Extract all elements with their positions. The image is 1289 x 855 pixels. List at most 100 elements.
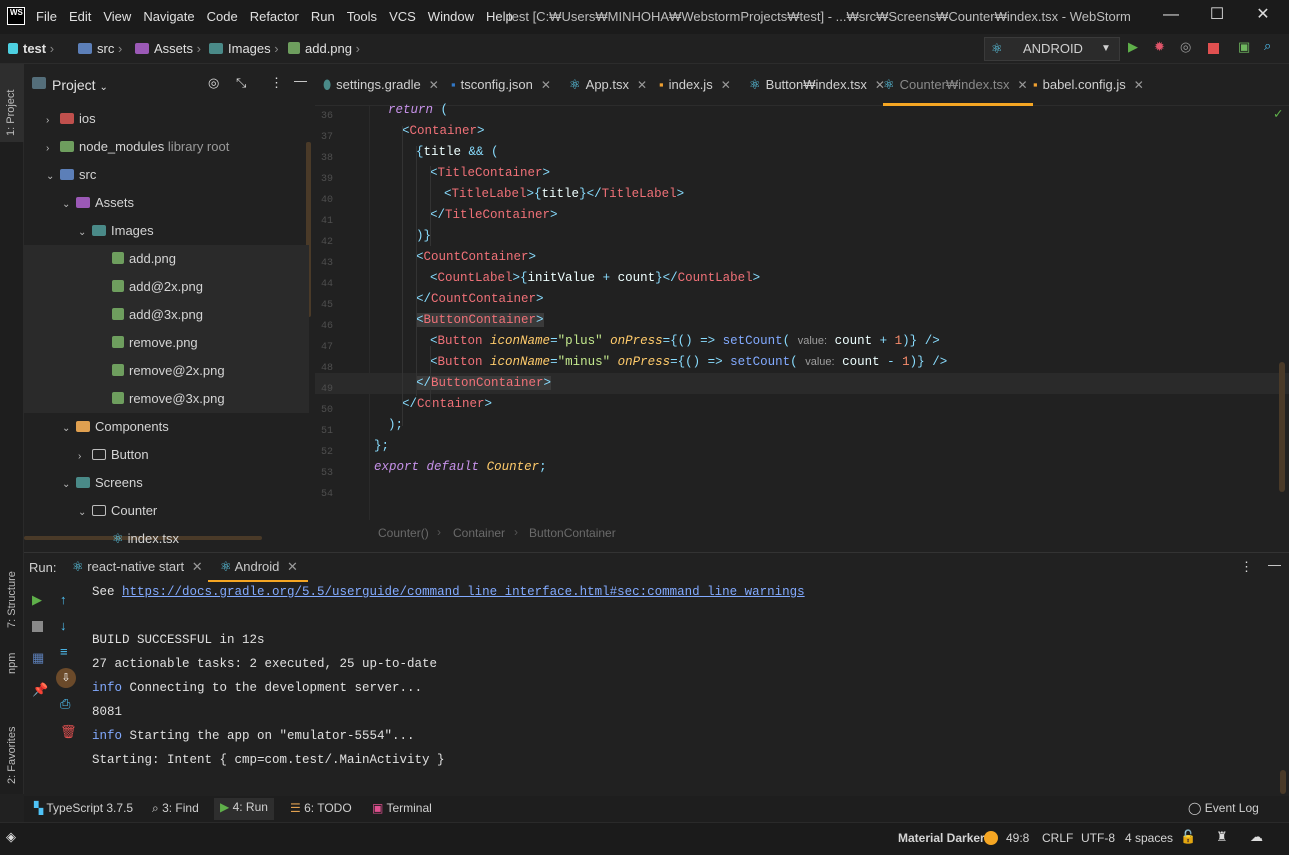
stop-icon[interactable] bbox=[1208, 43, 1219, 54]
close-icon[interactable]: ✕ bbox=[1017, 78, 1027, 92]
chevron-down-icon[interactable]: ⌄ bbox=[62, 471, 76, 499]
structure-tool-tab[interactable]: 7: Structure bbox=[0, 550, 24, 630]
chevron-down-icon[interactable]: ⌄ bbox=[46, 163, 60, 191]
run-tool[interactable]: ▶ 4: Run bbox=[214, 798, 274, 820]
tree-item[interactable]: › ios bbox=[24, 105, 309, 133]
tree-item[interactable]: › Button bbox=[24, 441, 309, 469]
chevron-down-icon[interactable]: ⌄ bbox=[78, 499, 92, 527]
code-line[interactable]: <Button iconName="minus" onPress={() => … bbox=[430, 352, 947, 373]
stop-icon[interactable] bbox=[32, 621, 43, 632]
close-icon[interactable]: ✕ bbox=[192, 559, 203, 574]
locate-icon[interactable]: ◎ bbox=[208, 75, 219, 91]
print-icon[interactable]: ⎙ bbox=[60, 696, 70, 712]
code-editor[interactable]: 36 37 38 39 40 41 42 43 44 45 46 47 48 49 50 51 52 53 54 r… bbox=[315, 103, 1289, 520]
options-icon[interactable]: ⋮ bbox=[270, 75, 283, 91]
lock-icon[interactable]: 🔓 bbox=[1180, 829, 1196, 845]
code-line[interactable]: )} bbox=[416, 226, 431, 247]
chevron-right-icon[interactable]: › bbox=[46, 107, 60, 135]
code-line[interactable]: </CountContainer> bbox=[416, 289, 544, 310]
project-view-select[interactable]: Project ⌄ bbox=[52, 77, 108, 93]
code-line[interactable]: ); bbox=[388, 415, 403, 436]
code-line[interactable]: </Container> bbox=[402, 394, 492, 415]
minimize-button[interactable]: — bbox=[1148, 4, 1194, 30]
typescript-tool[interactable]: ▚ TypeScript 3.7.5 bbox=[34, 801, 133, 815]
code-line[interactable]: </TitleContainer> bbox=[430, 205, 558, 226]
soft-wrap-icon[interactable]: ≡ bbox=[60, 644, 68, 659]
terminal-icon[interactable]: ▣ bbox=[1238, 39, 1250, 55]
tab-1[interactable]: ▪ tsconfig.json ✕ bbox=[451, 64, 569, 106]
chevron-down-icon[interactable]: ⌄ bbox=[62, 415, 76, 443]
collapse-icon[interactable]: ⤡ bbox=[236, 75, 246, 91]
breadcrumb-src[interactable]: src › bbox=[78, 41, 122, 56]
tree-item[interactable]: ⌄ Counter bbox=[24, 497, 309, 525]
menu-vcs[interactable]: VCS bbox=[389, 9, 416, 24]
breadcrumb-project[interactable]: test › bbox=[8, 41, 54, 56]
code-line[interactable]: }; bbox=[374, 436, 389, 457]
menu-tools[interactable]: Tools bbox=[347, 9, 377, 24]
tree-item[interactable]: › node_modules library root bbox=[24, 133, 309, 161]
close-button[interactable]: ✕ bbox=[1240, 4, 1286, 30]
code-line[interactable]: export default Counter; bbox=[374, 457, 547, 478]
chevron-right-icon[interactable]: › bbox=[46, 135, 60, 163]
theme-label[interactable]: Material Darker bbox=[898, 831, 985, 845]
tab-2[interactable]: ⚛ App.tsx ✕ bbox=[569, 64, 659, 106]
tree-item[interactable]: ⌄ src bbox=[24, 161, 309, 189]
menu-refactor[interactable]: Refactor bbox=[250, 9, 299, 24]
docs-link[interactable]: https://docs.gradle.org/5.5/userguide/co… bbox=[122, 585, 805, 599]
code-line[interactable]: <ButtonContainer> bbox=[416, 310, 544, 331]
options-icon[interactable]: ⋮ bbox=[1240, 559, 1253, 575]
console-scrollbar[interactable] bbox=[1280, 770, 1286, 794]
maximize-button[interactable]: ☐ bbox=[1194, 4, 1240, 30]
todo-tool[interactable]: ☰ 6: TODO bbox=[290, 801, 352, 815]
close-icon[interactable]: ✕ bbox=[287, 559, 298, 574]
tree-item[interactable]: add@2x.png bbox=[24, 273, 309, 301]
editor-scrollbar[interactable] bbox=[1279, 362, 1285, 492]
tree-item[interactable]: ⌄ Images bbox=[24, 217, 309, 245]
tree-item[interactable]: ⌄ Screens bbox=[24, 469, 309, 497]
scroll-down-icon[interactable]: ↓ bbox=[60, 618, 67, 633]
chevron-down-icon[interactable]: ⌄ bbox=[78, 219, 92, 247]
code-line[interactable]: return ( bbox=[388, 100, 448, 121]
code-line[interactable]: <CountContainer> bbox=[416, 247, 536, 268]
code-line[interactable]: {title && ( bbox=[416, 142, 499, 163]
code-line[interactable]: <Container> bbox=[402, 121, 485, 142]
find-tool[interactable]: ⌕ 3: Find bbox=[152, 801, 199, 816]
tree-item[interactable]: ⚛ index.tsx bbox=[24, 525, 309, 553]
favorites-tool-tab[interactable]: 2: Favorites bbox=[0, 704, 24, 794]
terminal-tool[interactable]: ▣ Terminal bbox=[372, 801, 432, 815]
menu-edit[interactable]: Edit bbox=[69, 9, 91, 24]
scroll-up-icon[interactable]: ↑ bbox=[60, 592, 67, 607]
chevron-right-icon[interactable]: › bbox=[78, 443, 92, 471]
menu-run[interactable]: Run bbox=[311, 9, 335, 24]
coverage-icon[interactable]: ◎ bbox=[1180, 39, 1191, 55]
code-crumb[interactable]: Container bbox=[453, 526, 505, 540]
scroll-to-end-icon[interactable]: ⇩ bbox=[56, 668, 76, 688]
run-console[interactable]: See https://docs.gradle.org/5.5/userguid… bbox=[84, 582, 1289, 794]
code-line[interactable]: </ButtonContainer> bbox=[416, 373, 552, 394]
debug-icon[interactable]: ✹ bbox=[1154, 39, 1165, 55]
close-icon[interactable]: ✕ bbox=[541, 78, 551, 92]
tree-item[interactable]: add.png bbox=[24, 245, 309, 273]
menu-file[interactable]: File bbox=[36, 9, 57, 24]
tree-item[interactable]: remove.png bbox=[24, 329, 309, 357]
menu-window[interactable]: Window bbox=[428, 9, 474, 24]
menu-navigate[interactable]: Navigate bbox=[143, 9, 194, 24]
breadcrumb-file[interactable]: add.png › bbox=[288, 41, 360, 56]
code-line[interactable]: <Button iconName="plus" onPress={() => s… bbox=[430, 331, 940, 352]
indent-setting[interactable]: 4 spaces bbox=[1125, 831, 1173, 845]
theme-icon[interactable] bbox=[984, 831, 998, 845]
tab-6[interactable]: ▪ babel.config.js ✕ bbox=[1033, 64, 1151, 106]
tab-3[interactable]: ▪ index.js ✕ bbox=[659, 64, 749, 106]
tree-item[interactable]: add@3x.png bbox=[24, 301, 309, 329]
search-icon[interactable]: ⌕ bbox=[1264, 38, 1271, 54]
layers-icon[interactable]: ◈ bbox=[6, 829, 16, 845]
layout-icon[interactable]: ▦ bbox=[32, 650, 44, 666]
breadcrumb-images[interactable]: Images › bbox=[209, 41, 279, 56]
tree-item[interactable]: ⌄ Components bbox=[24, 413, 309, 441]
inspector-icon[interactable]: ♜ bbox=[1216, 829, 1228, 845]
code-line[interactable]: <TitleContainer> bbox=[430, 163, 550, 184]
tab-4[interactable]: ⚛ Button₩index.tsx ✕ bbox=[749, 64, 885, 106]
pin-icon[interactable]: 📌 bbox=[32, 682, 48, 698]
close-icon[interactable]: ✕ bbox=[721, 78, 731, 92]
trash-icon[interactable]: 🗑 bbox=[60, 724, 77, 740]
